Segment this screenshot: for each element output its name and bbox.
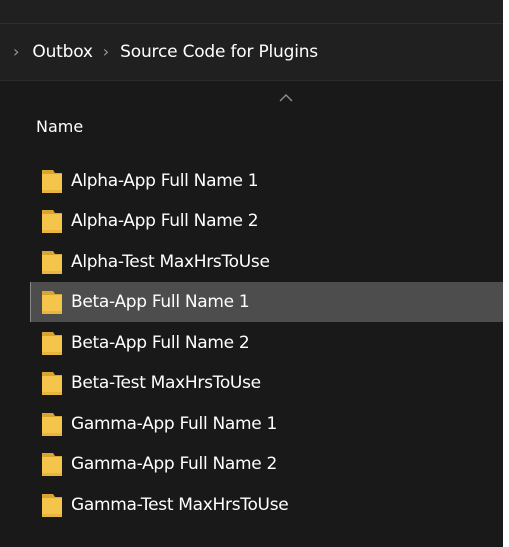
file-name-label: Gamma-App Full Name 1 — [71, 414, 278, 434]
breadcrumb: › Outbox › Source Code for Plugins — [0, 24, 503, 81]
file-name-label: Beta-Test MaxHrsToUse — [71, 373, 261, 393]
file-row[interactable]: Beta-Test MaxHrsToUse — [30, 363, 503, 403]
file-name-label: Gamma-App Full Name 2 — [71, 454, 278, 474]
chevron-up-icon[interactable] — [278, 93, 294, 103]
file-name-label: Alpha-App Full Name 2 — [71, 211, 259, 231]
file-row[interactable]: Beta-App Full Name 1 — [30, 282, 503, 322]
folder-icon — [42, 250, 62, 274]
column-header-name[interactable]: Name — [36, 117, 83, 136]
folder-icon — [42, 331, 62, 355]
file-row[interactable]: Beta-App Full Name 2 — [30, 323, 503, 363]
folder-icon — [42, 493, 62, 517]
file-row[interactable]: Alpha-App Full Name 2 — [30, 201, 503, 241]
folder-icon — [42, 371, 62, 395]
column-header-row: Name — [0, 81, 503, 151]
file-name-label: Alpha-App Full Name 1 — [71, 171, 259, 191]
folder-icon — [42, 290, 62, 314]
file-name-label: Beta-App Full Name 1 — [71, 292, 250, 312]
file-name-label: Gamma-Test MaxHrsToUse — [71, 495, 289, 515]
folder-icon — [42, 412, 62, 436]
file-row[interactable]: Gamma-Test MaxHrsToUse — [30, 485, 503, 525]
folder-icon — [42, 169, 62, 193]
folder-icon — [42, 209, 62, 233]
title-bar — [0, 0, 503, 24]
breadcrumb-item-outbox[interactable]: Outbox — [32, 42, 93, 62]
chevron-right-icon: › — [13, 42, 20, 61]
file-row[interactable]: Gamma-App Full Name 1 — [30, 404, 503, 444]
file-row[interactable]: Gamma-App Full Name 2 — [30, 444, 503, 484]
file-explorer-window: › Outbox › Source Code for Plugins Name … — [0, 0, 503, 547]
file-row[interactable]: Alpha-App Full Name 1 — [30, 161, 503, 201]
file-name-label: Alpha-Test MaxHrsToUse — [71, 252, 270, 272]
file-name-label: Beta-App Full Name 2 — [71, 333, 250, 353]
breadcrumb-item-source-code-for-plugins[interactable]: Source Code for Plugins — [120, 42, 318, 62]
chevron-right-icon: › — [102, 42, 110, 61]
file-row[interactable]: Alpha-Test MaxHrsToUse — [30, 242, 503, 282]
folder-icon — [42, 452, 62, 476]
